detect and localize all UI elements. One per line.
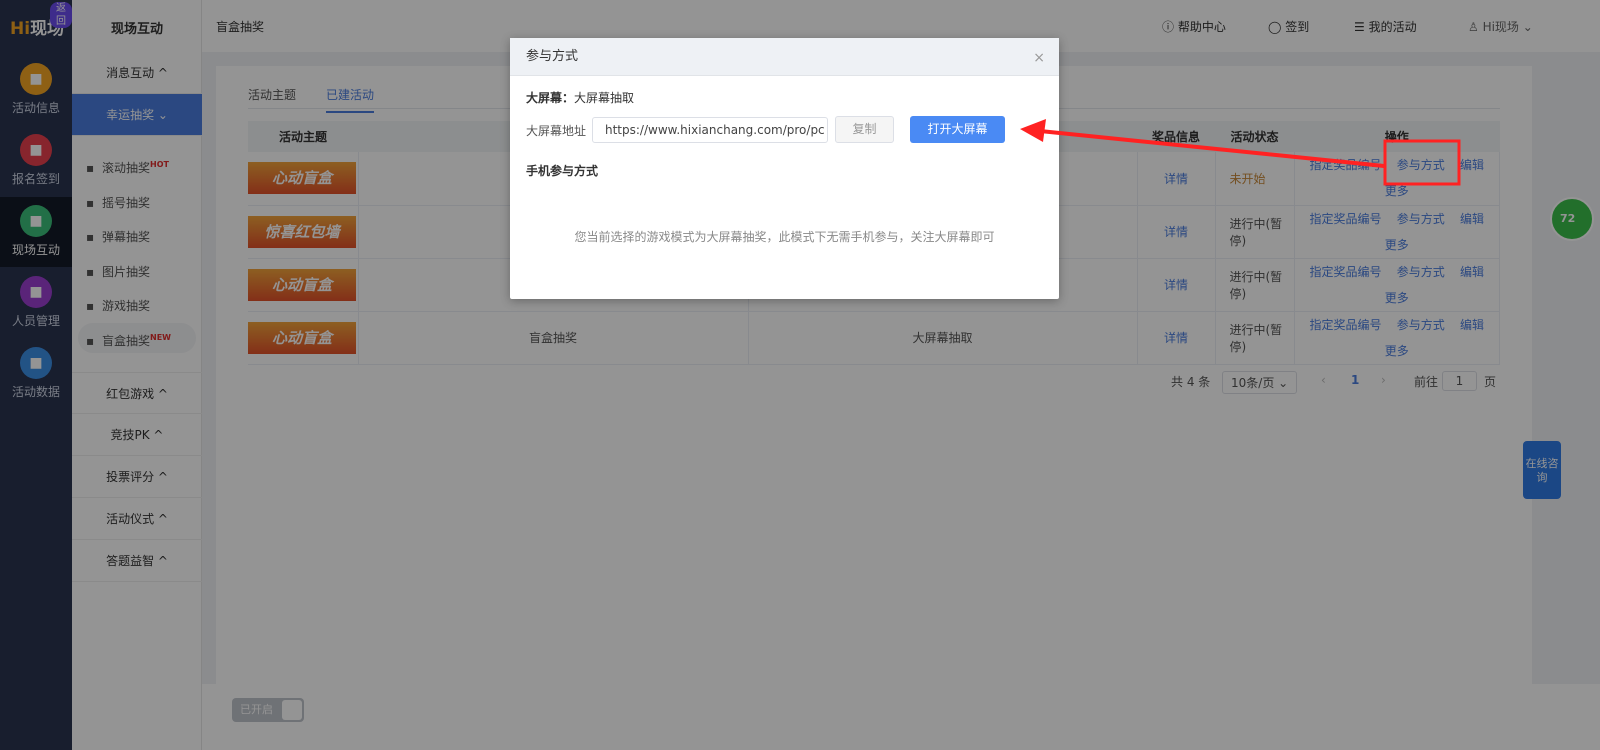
annotation-overlay bbox=[1020, 119, 1461, 186]
highlight-box bbox=[1383, 139, 1461, 186]
arrow-line bbox=[1039, 129, 1385, 168]
arrow-head-icon bbox=[1020, 119, 1046, 142]
